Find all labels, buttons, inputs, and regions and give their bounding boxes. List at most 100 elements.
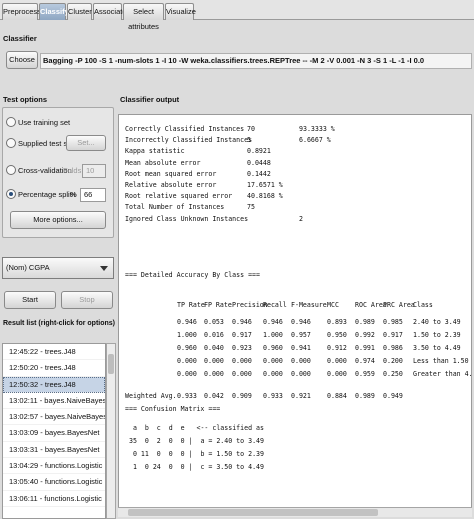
detail-cell: 0.992 bbox=[355, 331, 375, 339]
weighted-cell: 0.949 bbox=[383, 392, 403, 400]
summary-value: 0.1442 bbox=[247, 169, 271, 178]
weighted-cell: 0.989 bbox=[355, 392, 375, 400]
tab-visualize[interactable]: Visualize bbox=[165, 3, 196, 20]
detail-header: TP Rate bbox=[177, 301, 205, 309]
radio-icon[interactable] bbox=[6, 117, 16, 128]
summary-label: Relative absolute error bbox=[125, 181, 217, 189]
detail-header: Class bbox=[413, 301, 433, 309]
percentage-split-label: Percentage split bbox=[18, 190, 72, 199]
weighted-cell: 0.921 bbox=[291, 392, 311, 400]
detail-header: MCC bbox=[327, 301, 339, 309]
detail-cell: 0.959 bbox=[355, 370, 375, 378]
result-list-item[interactable]: 13:02:11 - bayes.NaiveBayes bbox=[3, 393, 105, 410]
detail-cell: 3.50 to 4.49 bbox=[413, 344, 461, 352]
detail-cell: 0.946 bbox=[232, 318, 252, 326]
classifier-output-panel: Correctly Classified Instances 70 93.3333 … bbox=[118, 114, 472, 516]
weighted-cell: 0.042 bbox=[204, 392, 224, 400]
output-horizontal-scrollbar[interactable] bbox=[118, 507, 472, 517]
use-training-set-option[interactable]: Use training set bbox=[6, 116, 70, 130]
supplied-test-set-option[interactable]: Supplied test set bbox=[6, 137, 73, 151]
detail-cell: 0.000 bbox=[232, 370, 252, 378]
detail-cell: 0.950 bbox=[327, 331, 347, 339]
summary-value: 75 bbox=[247, 203, 255, 212]
cross-validation-option[interactable]: Cross-validation bbox=[6, 164, 72, 178]
detail-cell: Greater than 4.49 bbox=[413, 370, 472, 378]
detail-cell: 0.941 bbox=[291, 344, 311, 352]
result-list-item[interactable]: 13:03:31 - bayes.BayesNet bbox=[3, 442, 105, 459]
detail-cell: 0.946 bbox=[263, 318, 283, 326]
scrollbar-thumb[interactable] bbox=[108, 354, 114, 374]
percentage-split-option[interactable]: Percentage split bbox=[6, 188, 72, 202]
detail-cell: 0.000 bbox=[177, 357, 197, 365]
result-list-item[interactable]: 13:03:09 - bayes.BayesNet bbox=[3, 425, 105, 442]
percent-symbol: % bbox=[70, 190, 77, 199]
detail-cell: 0.000 bbox=[177, 370, 197, 378]
stop-button[interactable]: Stop bbox=[61, 291, 113, 309]
detail-cell: 0.917 bbox=[383, 331, 403, 339]
result-list-title: Result list (right-click for options) bbox=[3, 320, 116, 327]
summary-label: Total Number of Instances bbox=[125, 203, 225, 212]
result-list-item[interactable]: 12:45:22 - trees.J48 bbox=[3, 344, 105, 361]
confusion-row: 35 0 2 0 0 | a = 2.40 to 3.49 bbox=[129, 437, 264, 445]
detail-cell: 0.000 bbox=[204, 357, 224, 365]
detail-header: FP Rate bbox=[204, 301, 232, 309]
result-list-item[interactable]: 13:04:29 - functions.Logistic bbox=[3, 458, 105, 475]
result-list-item[interactable]: 12:50:20 - trees.J48 bbox=[3, 360, 105, 377]
weighted-cell: 0.933 bbox=[177, 392, 197, 400]
tab-preprocess[interactable]: Preprocess bbox=[2, 3, 41, 20]
detail-header: F-Measure bbox=[291, 301, 327, 309]
radio-selected-icon[interactable] bbox=[6, 189, 16, 200]
confusion-row: 0 11 0 0 0 | b = 1.50 to 2.39 bbox=[129, 450, 264, 458]
more-options-button[interactable]: More options... bbox=[10, 211, 106, 229]
summary-value: 5 bbox=[247, 136, 251, 145]
weighted-cell: 0.909 bbox=[232, 392, 252, 400]
detail-cell: 0.016 bbox=[204, 331, 224, 339]
tab-cluster[interactable]: Cluster bbox=[67, 3, 92, 20]
tab-classify[interactable]: Classify bbox=[39, 3, 69, 20]
result-list-item[interactable]: 12:50:32 - trees.J48 bbox=[3, 376, 105, 393]
weighted-cell: 0.884 bbox=[327, 392, 347, 400]
folds-input[interactable]: 10 bbox=[82, 164, 106, 178]
tab-bar: Preprocess Classify Cluster Associate Se… bbox=[0, 0, 474, 31]
result-list-scrollbar[interactable] bbox=[106, 343, 116, 519]
detail-cell: 0.040 bbox=[204, 344, 224, 352]
start-button[interactable]: Start bbox=[4, 291, 56, 309]
confusion-row: 1 0 24 0 0 | c = 3.50 to 4.49 bbox=[129, 463, 264, 471]
scrollbar-thumb[interactable] bbox=[128, 509, 378, 516]
tab-associate[interactable]: Associate bbox=[93, 3, 127, 20]
detail-cell: 0.960 bbox=[263, 344, 283, 352]
summary-percent: 2 bbox=[299, 214, 303, 223]
detail-cell: 0.986 bbox=[383, 344, 403, 352]
result-list-item[interactable]: 13:05:40 - functions.Logistic bbox=[3, 474, 105, 491]
detail-cell: 0.200 bbox=[383, 357, 403, 365]
percentage-split-input[interactable]: 66 bbox=[80, 188, 106, 202]
detail-cell: 0.957 bbox=[291, 331, 311, 339]
class-attribute-select[interactable]: (Nom) CGPA bbox=[2, 257, 114, 279]
radio-icon[interactable] bbox=[6, 138, 16, 149]
result-list-item[interactable]: 13:02:57 - bayes.NaiveBayes bbox=[3, 409, 105, 426]
tab-select-attributes[interactable]: Select attributes bbox=[123, 3, 164, 31]
detail-cell: 0.893 bbox=[327, 318, 347, 326]
set-test-set-button[interactable]: Set... bbox=[66, 135, 106, 151]
summary-label: Root relative squared error bbox=[125, 192, 233, 201]
class-attribute-value: (Nom) CGPA bbox=[6, 263, 50, 272]
result-list: 12:45:22 - trees.J48 12:50:20 - trees.J48… bbox=[2, 343, 106, 519]
detail-cell: 0.989 bbox=[355, 318, 375, 326]
result-list-item[interactable]: 13:06:11 - functions.Logistic bbox=[3, 491, 105, 507]
classifier-section-title: Classifier bbox=[3, 34, 37, 43]
summary-label: Correctly Classified Instances bbox=[125, 125, 245, 133]
summary-value: 17.6571 % bbox=[247, 181, 283, 189]
choose-classifier-button[interactable]: Choose bbox=[6, 51, 38, 69]
chevron-down-icon bbox=[100, 266, 108, 271]
detail-header: PRC Area bbox=[383, 301, 415, 309]
detail-cell: 0.000 bbox=[327, 370, 347, 378]
classifier-command-field[interactable]: Bagging -P 100 -S 1 -num-slots 1 -I 10 -… bbox=[40, 53, 472, 69]
detail-cell: 0.000 bbox=[232, 357, 252, 365]
detail-cell: 0.250 bbox=[383, 370, 403, 378]
summary-label: Root mean squared error bbox=[125, 169, 217, 178]
detail-cell: 0.000 bbox=[327, 357, 347, 365]
radio-icon[interactable] bbox=[6, 165, 16, 176]
detail-cell: 1.000 bbox=[177, 331, 197, 339]
summary-label: Mean absolute error bbox=[125, 158, 201, 167]
confusion-matrix-heading: === Confusion Matrix === bbox=[125, 405, 221, 413]
